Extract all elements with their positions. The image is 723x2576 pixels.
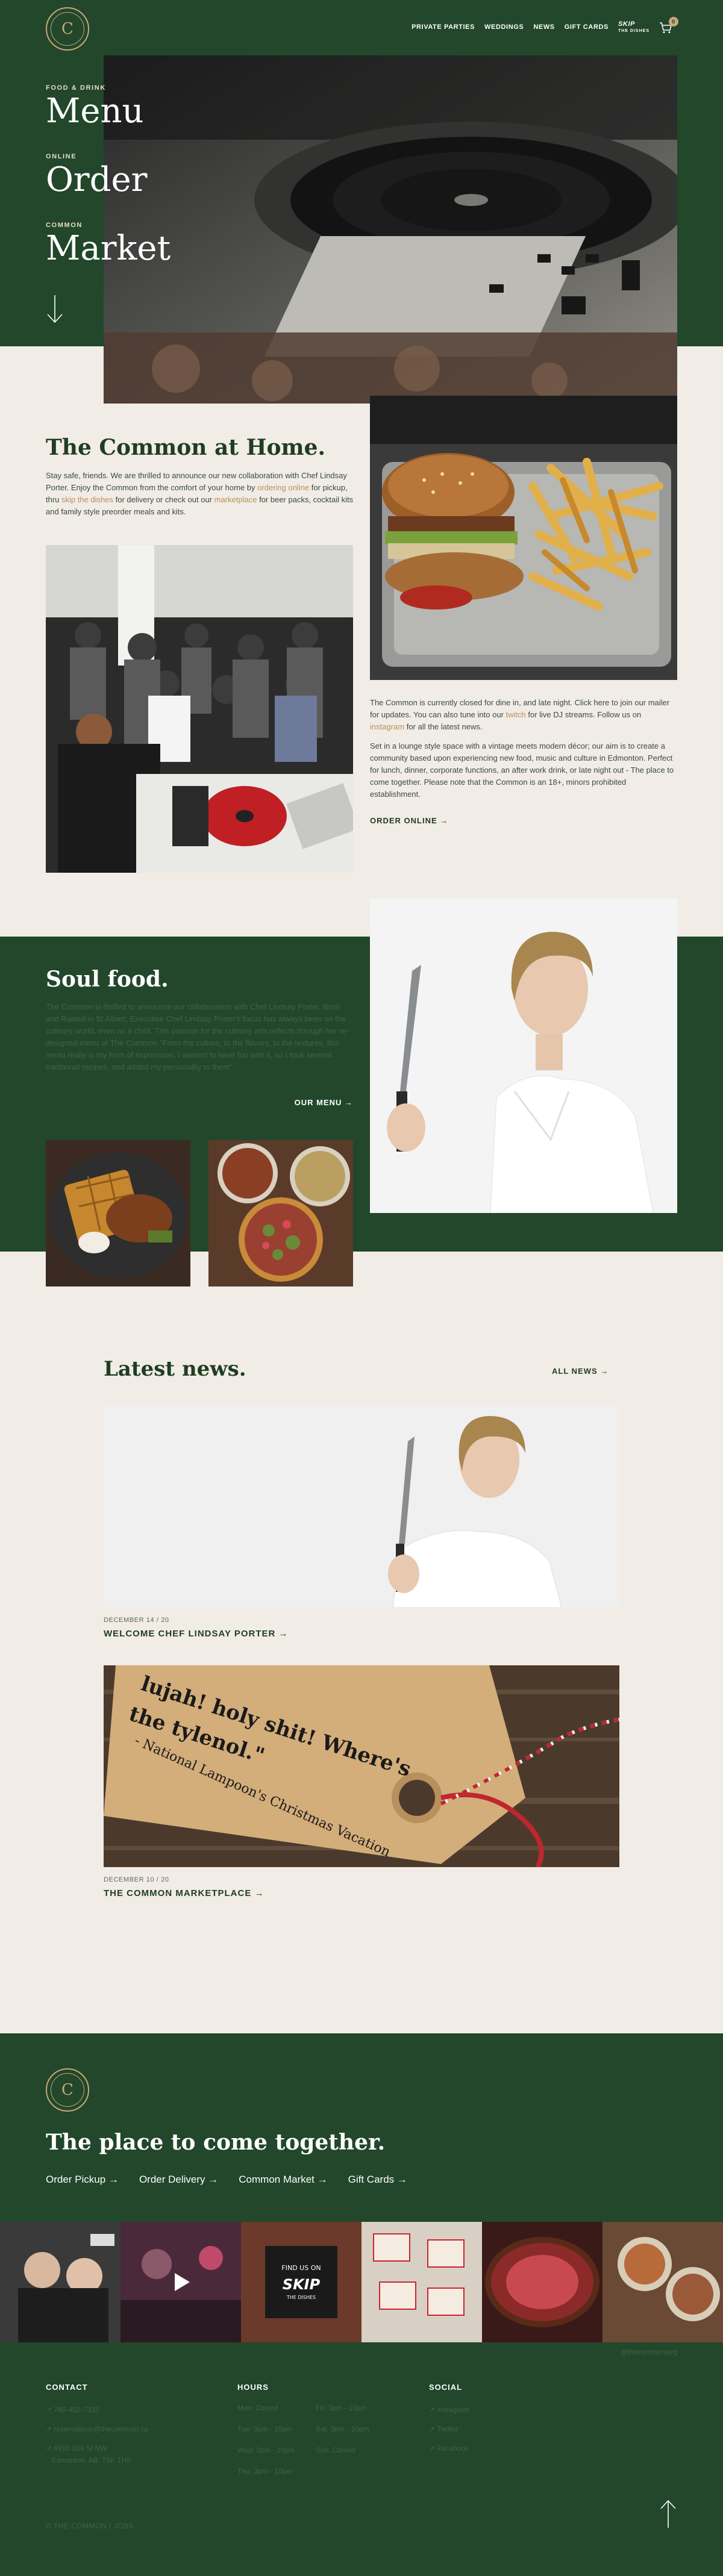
arrow-right-icon: → xyxy=(396,2174,407,2185)
news-card-chef-image[interactable] xyxy=(104,1405,619,1608)
email-link[interactable]: ↗ reservations@thecommon.ca xyxy=(46,2423,148,2435)
cart-count-badge: 0 xyxy=(669,17,678,27)
skip-the-dishes-logo[interactable]: SKIP THE DISHES xyxy=(618,19,649,35)
hero-link-market[interactable]: COMMON Market xyxy=(46,222,171,267)
social-instagram-link[interactable]: ↗ Instagram xyxy=(429,2404,469,2416)
instagram-post[interactable] xyxy=(362,2222,482,2342)
soul-title: Soul food. xyxy=(46,967,169,992)
footer-logo[interactable]: C xyxy=(46,2068,89,2112)
nav-private-parties[interactable]: PRIVATE PARTIES xyxy=(412,23,475,31)
arrow-up-right-icon: ↗ xyxy=(429,2444,436,2453)
instagram-handle: @thecommonyeg xyxy=(620,2348,677,2356)
arrow-up-right-icon: ↗ xyxy=(46,2406,52,2414)
footer-links: Order Pickup → Order Delivery → Common M… xyxy=(46,2174,407,2186)
marketplace-link[interactable]: marketplace xyxy=(214,495,257,504)
arrow-right-icon: → xyxy=(317,2174,328,2185)
hero-link-order[interactable]: ONLINE Order xyxy=(46,153,171,199)
back-to-top-arrow-icon[interactable] xyxy=(659,2499,677,2532)
arrow-right-icon: → xyxy=(440,816,449,825)
social-twitter-link[interactable]: ↗ Twitter xyxy=(429,2423,469,2435)
site-logo[interactable]: C xyxy=(46,7,89,51)
footer-social: SOCIAL ↗ Instagram ↗ Twitter ↗ Facebook xyxy=(429,2383,469,2462)
arrow-right-icon: → xyxy=(345,1098,353,1107)
svg-text:FIND US ON: FIND US ON xyxy=(281,2264,321,2272)
footer-link-common-market[interactable]: Common Market → xyxy=(239,2174,327,2186)
instagram-post-video[interactable] xyxy=(120,2222,241,2342)
nav-weddings[interactable]: WEDDINGS xyxy=(484,23,524,31)
skip-the-dishes-link[interactable]: skip the dishes xyxy=(61,495,113,504)
phone-link[interactable]: ↗ 780-452-7333 xyxy=(46,2404,148,2416)
order-online-button[interactable]: ORDER ONLINE → xyxy=(370,816,448,825)
home-title: The Common at Home. xyxy=(46,435,326,460)
svg-text:THE DISHES: THE DISHES xyxy=(286,2295,316,2300)
bowls-photo xyxy=(208,1140,353,1286)
arrow-right-icon: → xyxy=(254,1888,264,1898)
footer-contact: CONTACT ↗ 780-452-7333 ↗ reservations@th… xyxy=(46,2383,148,2474)
arrow-up-right-icon: ↗ xyxy=(46,2444,52,2453)
footer-link-gift-cards[interactable]: Gift Cards → xyxy=(348,2174,407,2186)
copyright-text: © THE COMMON | JOBS xyxy=(46,2522,134,2530)
news-title: Latest news. xyxy=(104,1357,246,1381)
chef-portrait-photo xyxy=(370,899,677,1213)
hero-link-menu[interactable]: FOOD & DRINK Menu xyxy=(46,84,171,130)
all-news-button[interactable]: ALL NEWS → xyxy=(552,1367,609,1376)
arrow-up-right-icon: ↗ xyxy=(429,2406,436,2414)
burger-fries-photo xyxy=(370,396,677,680)
footer-link-order-delivery[interactable]: Order Delivery → xyxy=(139,2174,218,2186)
instagram-link[interactable]: instagram xyxy=(370,722,404,731)
arrow-right-icon: → xyxy=(600,1367,609,1376)
footer-title: The place to come together. xyxy=(46,2130,386,2155)
soul-food-section: Soul food. The Common is thrilled to ann… xyxy=(0,899,723,1898)
instagram-post[interactable] xyxy=(602,2222,723,2342)
cart-button[interactable]: 0 xyxy=(659,17,678,34)
site-footer: C The place to come together. Order Pick… xyxy=(0,2033,723,2576)
dj-crowd-photo xyxy=(46,545,353,873)
footer-link-order-pickup[interactable]: Order Pickup → xyxy=(46,2174,119,2186)
instagram-post[interactable] xyxy=(0,2222,120,2342)
common-at-home-section: The Common at Home. Stay safe, friends. … xyxy=(0,346,723,937)
nav-news[interactable]: NEWS xyxy=(533,23,554,31)
arrow-up-right-icon: ↗ xyxy=(46,2425,52,2433)
news-date: DECEMBER 10 / 20 xyxy=(104,1876,169,1883)
home-details: The Common is currently closed for dine … xyxy=(370,698,674,799)
social-facebook-link[interactable]: ↗ Facebook xyxy=(429,2442,469,2454)
home-intro-text: Stay safe, friends. We are thrilled to a… xyxy=(46,471,354,516)
soul-text: The Common is thrilled to announce our c… xyxy=(46,1002,349,1071)
svg-text:SKIP: SKIP xyxy=(283,2276,321,2293)
news-card-marketplace-image[interactable]: lujah! holy shit! Where's the tylenol." … xyxy=(104,1665,619,1867)
instagram-post-skip[interactable]: FIND US ON SKIP THE DISHES xyxy=(241,2222,362,2342)
footer-hours: HOURS Mon: Closed Fri: 3pm - 10pm Tue: 3p… xyxy=(237,2383,369,2475)
arrow-up-right-icon: ↗ xyxy=(429,2425,436,2433)
arrow-right-icon: → xyxy=(208,2174,219,2185)
twitch-link[interactable]: twitch xyxy=(506,710,526,719)
arrow-right-icon: → xyxy=(278,1629,289,1639)
address-link[interactable]: ↗ 9910 109 St NW Edmonton, AB, T5K 1H5 xyxy=(46,2442,148,2466)
hero-menu: FOOD & DRINK Menu ONLINE Order COMMON Ma… xyxy=(46,84,171,290)
chicken-waffles-photo xyxy=(46,1140,190,1286)
news-date: DECEMBER 14 / 20 xyxy=(104,1617,169,1624)
top-navigation: PRIVATE PARTIES WEDDINGS NEWS GIFT CARDS… xyxy=(412,17,678,35)
arrow-right-icon: → xyxy=(108,2174,119,2185)
ordering-online-link[interactable]: ordering online xyxy=(257,483,309,492)
hero-section: C PRIVATE PARTIES WEDDINGS NEWS GIFT CAR… xyxy=(0,0,723,404)
instagram-feed: FIND US ON SKIP THE DISHES xyxy=(0,2222,723,2342)
our-menu-button[interactable]: OUR MENU → xyxy=(295,1098,353,1107)
nav-gift-cards[interactable]: GIFT CARDS xyxy=(565,23,609,31)
instagram-post[interactable] xyxy=(482,2222,602,2342)
news-headline-link[interactable]: WELCOME CHEF LINDSAY PORTER → xyxy=(104,1629,289,1639)
scroll-down-arrow-icon[interactable] xyxy=(46,294,64,327)
news-headline-link[interactable]: THE COMMON MARKETPLACE → xyxy=(104,1888,264,1898)
